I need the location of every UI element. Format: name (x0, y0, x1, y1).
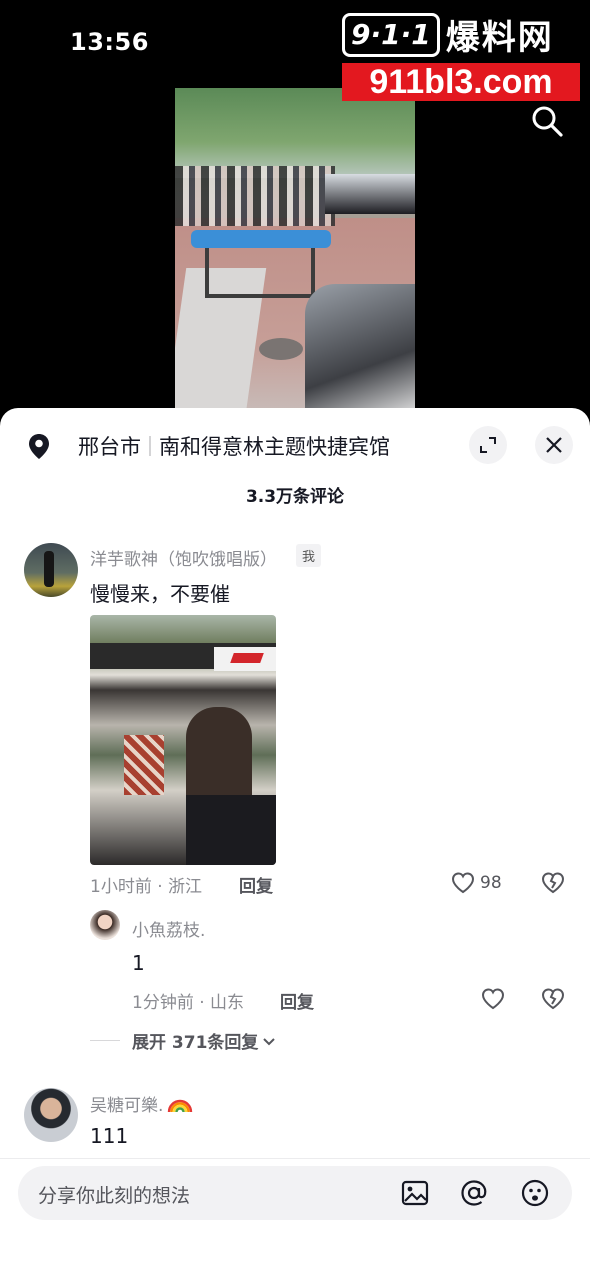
watermark-url: 911bl3.com (342, 63, 580, 101)
comment-text: 111 (90, 1124, 129, 1148)
author-tag: 我 (296, 544, 322, 567)
search-icon[interactable] (530, 104, 564, 138)
comment-input-placeholder: 分享你此刻的想法 (38, 1185, 191, 1207)
watermark-logo: 9·1·1 爆料网 911bl3.com (342, 10, 580, 101)
watermark-badge: 9·1·1 (342, 12, 440, 57)
comment-input[interactable]: 分享你此刻的想法 (18, 1166, 572, 1220)
rainbow-emoji-icon (168, 1099, 193, 1112)
video-manhole (259, 338, 303, 360)
location-separator (149, 436, 151, 456)
reply-time-location: 1分钟前 · 山东 (132, 993, 245, 1013)
chevron-down-icon (263, 1037, 276, 1045)
expand-replies-label: 展开 371条回复 (132, 1033, 259, 1053)
divider (0, 1158, 590, 1159)
expand-icon (480, 437, 496, 453)
expand-button[interactable] (469, 426, 507, 464)
location-row[interactable]: 邢台市 南和得意林主题快捷宾馆 (24, 428, 390, 464)
avatar[interactable] (24, 1088, 78, 1142)
reply-username[interactable]: 小魚荔枝. (132, 916, 205, 941)
video-crowd (175, 166, 335, 226)
location-city: 邢台市 (78, 435, 141, 459)
status-time: 13:56 (70, 28, 149, 56)
at-icon[interactable] (459, 1178, 489, 1208)
like-button[interactable]: 98 (450, 870, 502, 896)
image-icon[interactable] (400, 1178, 430, 1208)
video-scooter (305, 284, 415, 420)
close-icon (546, 437, 562, 453)
video-stretcher (191, 230, 331, 248)
comment-image-logo (214, 647, 276, 671)
comment-username[interactable]: 吴糖可樂. (90, 1091, 193, 1116)
reply-text: 1 (132, 951, 145, 975)
comment-image-person (124, 735, 164, 795)
video-stretcher-frame (205, 248, 315, 298)
avatar[interactable] (90, 910, 120, 940)
heart-icon (451, 872, 475, 894)
expand-replies-button[interactable]: 展开 371条回复 (90, 1028, 276, 1053)
video-player[interactable]: 13:56 9·1·1 爆料网 911bl3.com (0, 0, 590, 420)
emoji-icon[interactable] (520, 1178, 550, 1208)
comment-sheet: 邢台市 南和得意林主题快捷宾馆 3.3万条评论 洋芋歌神（饱吹饿唱版） 我 慢慢… (0, 408, 590, 1280)
location-place: 南和得意林主题快捷宾馆 (159, 435, 390, 459)
heart-icon[interactable] (480, 986, 506, 1012)
comment-image-person-shirt (186, 795, 276, 865)
expand-replies-line (90, 1040, 120, 1041)
comment-username-text: 吴糖可樂. (90, 1096, 164, 1116)
like-count: 98 (480, 873, 502, 893)
video-frame[interactable] (175, 88, 415, 420)
comment-username[interactable]: 洋芋歌神（饱吹饿唱版） (90, 545, 277, 570)
reply-button[interactable]: 回复 (239, 872, 273, 897)
watermark-name: 爆料网 (445, 18, 554, 58)
comment-time-location: 1小时前 · 浙江 (90, 877, 203, 897)
broken-heart-icon[interactable] (540, 986, 566, 1012)
comment-count: 3.3万条评论 (245, 487, 345, 507)
location-pin-icon (29, 434, 49, 459)
broken-heart-icon[interactable] (540, 870, 566, 896)
video-trees (175, 88, 415, 178)
reply-button[interactable]: 回复 (280, 988, 314, 1013)
video-cars (325, 174, 415, 214)
avatar[interactable] (24, 543, 78, 597)
close-button[interactable] (535, 426, 573, 464)
comment-image[interactable] (90, 615, 276, 865)
comment-text: 慢慢来，不要催 (90, 582, 230, 606)
